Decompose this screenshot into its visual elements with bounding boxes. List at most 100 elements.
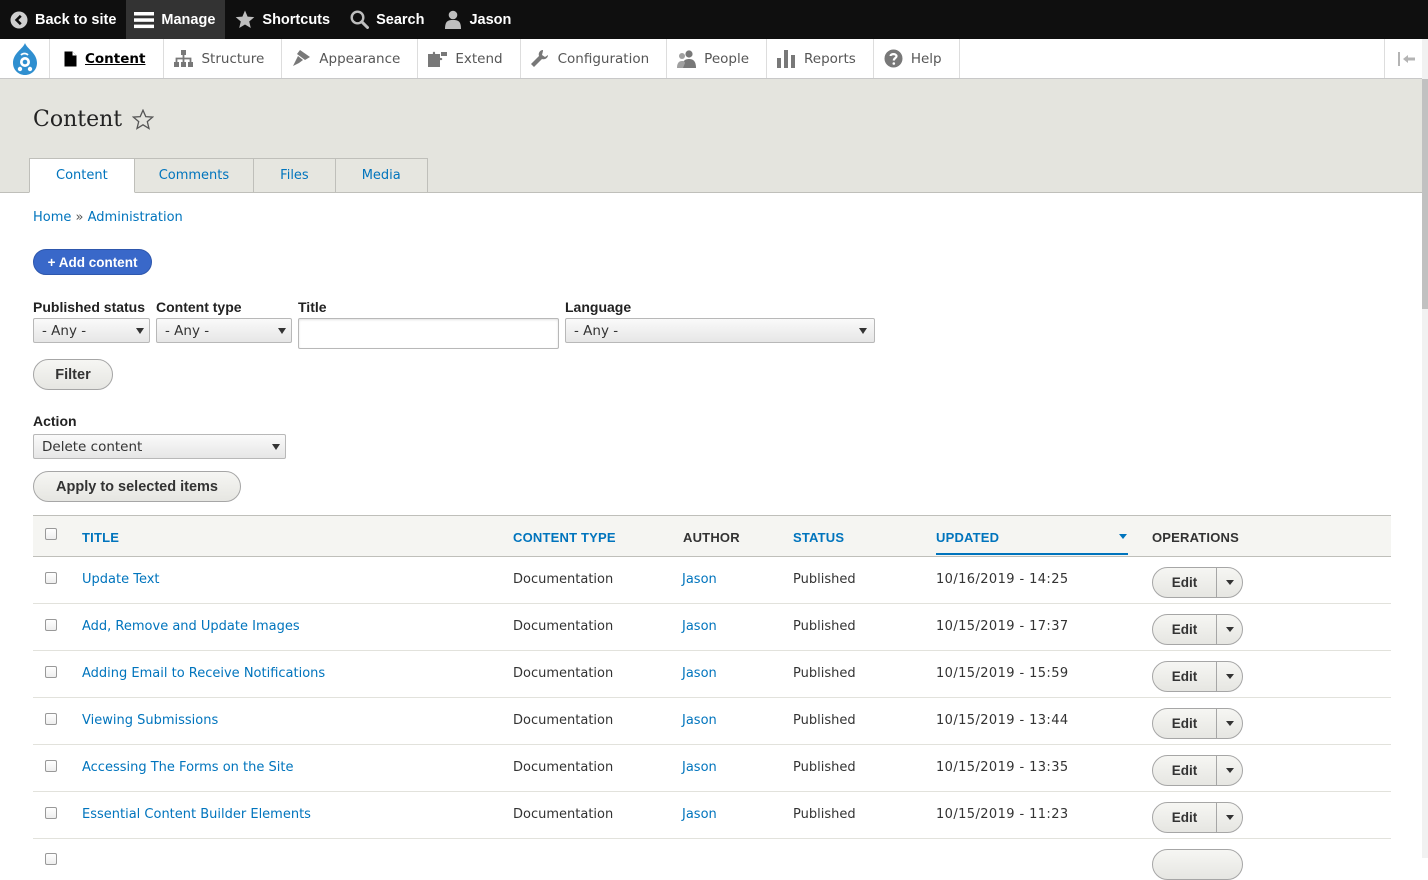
add-content-button[interactable]: + Add content — [33, 249, 152, 275]
tray-item-extend[interactable]: Extend — [418, 39, 521, 78]
back-to-site-link[interactable]: Back to site — [0, 0, 126, 39]
language-value: - Any - — [574, 322, 619, 339]
collapse-left-icon — [1397, 51, 1415, 66]
dropbutton-toggle[interactable] — [1217, 615, 1242, 644]
row-checkbox[interactable] — [45, 666, 57, 678]
row-checkbox[interactable] — [45, 853, 57, 865]
row-updated: 10/15/2019 - 11:23 — [936, 807, 1069, 822]
operations-dropbutton[interactable] — [1152, 849, 1243, 880]
row-updated: 10/15/2019 - 13:44 — [936, 713, 1069, 728]
edit-button[interactable]: Edit — [1153, 803, 1217, 832]
apply-to-selected-button[interactable]: Apply to selected items — [33, 471, 241, 502]
breadcrumb-separator: » — [75, 210, 84, 225]
row-checkbox[interactable] — [45, 807, 57, 819]
drupal-logo[interactable] — [0, 39, 50, 78]
admin-toolbar: Back to site Manage Shortcuts Search Jas… — [0, 0, 1428, 39]
tray-item-reports[interactable]: Reports — [767, 39, 874, 78]
row-checkbox[interactable] — [45, 760, 57, 772]
shortcut-star-icon[interactable] — [132, 109, 155, 130]
row-author-link[interactable]: Jason — [682, 760, 717, 775]
primary-tabs: Content Comments Files Media — [29, 158, 428, 193]
tray-item-content[interactable]: Content — [50, 39, 165, 78]
tray-item-structure[interactable]: Structure — [164, 39, 283, 78]
sort-desc-icon — [1119, 534, 1127, 539]
breadcrumb-administration[interactable]: Administration — [88, 210, 183, 225]
scrollbar-thumb[interactable] — [1422, 79, 1428, 309]
row-author-link[interactable]: Jason — [682, 713, 717, 728]
edit-button[interactable]: Edit — [1153, 756, 1217, 785]
operations-dropbutton: Edit — [1152, 708, 1243, 739]
chevron-down-icon — [272, 444, 280, 450]
back-arrow-icon — [10, 11, 28, 28]
edit-button[interactable]: Edit — [1153, 662, 1217, 691]
dropbutton-toggle[interactable] — [1217, 568, 1242, 597]
row-checkbox[interactable] — [45, 619, 57, 631]
language-select[interactable]: - Any - — [565, 318, 875, 343]
user-icon — [445, 10, 462, 29]
action-select[interactable]: Delete content — [33, 434, 286, 459]
row-title-link[interactable]: Update Text — [82, 572, 160, 587]
table-row: Essential Content Builder Elements Docume… — [33, 792, 1391, 839]
row-checkbox[interactable] — [45, 572, 57, 584]
select-all-checkbox[interactable] — [45, 528, 57, 540]
page-title: Content — [33, 107, 123, 132]
edit-button[interactable]: Edit — [1153, 615, 1217, 644]
operations-dropbutton: Edit — [1152, 614, 1243, 645]
search-menu[interactable]: Search — [340, 0, 434, 39]
column-status[interactable]: STATUS — [793, 530, 844, 545]
column-content-type[interactable]: CONTENT TYPE — [513, 530, 616, 545]
chevron-down-icon — [1225, 768, 1234, 773]
tab-media[interactable]: Media — [335, 158, 428, 193]
manage-label: Manage — [161, 11, 216, 28]
chevron-down-icon — [1225, 580, 1234, 585]
table-row: Adding Email to Receive Notifications Doc… — [33, 651, 1391, 698]
published-status-select[interactable]: - Any - — [33, 318, 150, 343]
table-header: TITLE CONTENT TYPE AUTHOR STATUS UPDATED… — [33, 515, 1391, 557]
page-scrollbar[interactable] — [1422, 39, 1428, 858]
edit-button[interactable]: Edit — [1153, 709, 1217, 738]
content-type-label: Content type — [156, 299, 242, 315]
breadcrumb-home[interactable]: Home — [33, 210, 71, 225]
edit-button[interactable]: Edit — [1153, 568, 1217, 597]
content-type-select[interactable]: - Any - — [156, 318, 292, 343]
shortcuts-menu[interactable]: Shortcuts — [225, 0, 340, 39]
row-author-link[interactable]: Jason — [682, 572, 717, 587]
tray-item-help[interactable]: Help — [874, 39, 960, 78]
title-filter-input[interactable] — [298, 318, 559, 349]
column-updated[interactable]: UPDATED — [936, 530, 999, 545]
row-checkbox[interactable] — [45, 713, 57, 725]
dropbutton-toggle[interactable] — [1217, 709, 1242, 738]
tab-content[interactable]: Content — [29, 158, 135, 193]
tray-item-people[interactable]: People — [667, 39, 768, 78]
tray-item-label: Content — [85, 50, 146, 67]
row-title-link[interactable]: Adding Email to Receive Notifications — [82, 666, 325, 681]
dropbutton-toggle[interactable] — [1217, 662, 1242, 691]
row-updated: 10/15/2019 - 13:35 — [936, 760, 1069, 775]
tab-comments[interactable]: Comments — [134, 158, 255, 193]
operations-dropbutton: Edit — [1152, 802, 1243, 833]
tray-item-label: Extend — [455, 50, 503, 67]
user-label: Jason — [469, 11, 512, 28]
structure-icon — [174, 50, 194, 67]
row-title-link[interactable]: Essential Content Builder Elements — [82, 807, 311, 822]
row-title-link[interactable]: Viewing Submissions — [82, 713, 218, 728]
row-author-link[interactable]: Jason — [682, 666, 717, 681]
column-title[interactable]: TITLE — [82, 530, 119, 545]
tray-item-configuration[interactable]: Configuration — [521, 39, 668, 78]
row-updated: 10/16/2019 - 14:25 — [936, 572, 1069, 587]
chevron-down-icon — [1225, 721, 1234, 726]
row-author-link[interactable]: Jason — [682, 807, 717, 822]
manage-menu[interactable]: Manage — [126, 0, 226, 39]
tab-files[interactable]: Files — [254, 158, 336, 193]
table-row: Viewing Submissions Documentation Jason Pub… — [33, 698, 1391, 745]
row-content-type: Documentation — [513, 572, 614, 587]
user-menu[interactable]: Jason — [434, 0, 521, 39]
page-header: Content Content Comments Files Media — [0, 79, 1422, 193]
dropbutton-toggle[interactable] — [1217, 756, 1242, 785]
row-title-link[interactable]: Accessing The Forms on the Site — [82, 760, 293, 775]
filter-button[interactable]: Filter — [33, 359, 113, 390]
dropbutton-toggle[interactable] — [1217, 803, 1242, 832]
tray-item-appearance[interactable]: Appearance — [282, 39, 419, 78]
row-author-link[interactable]: Jason — [682, 619, 717, 634]
row-title-link[interactable]: Add, Remove and Update Images — [82, 619, 300, 634]
